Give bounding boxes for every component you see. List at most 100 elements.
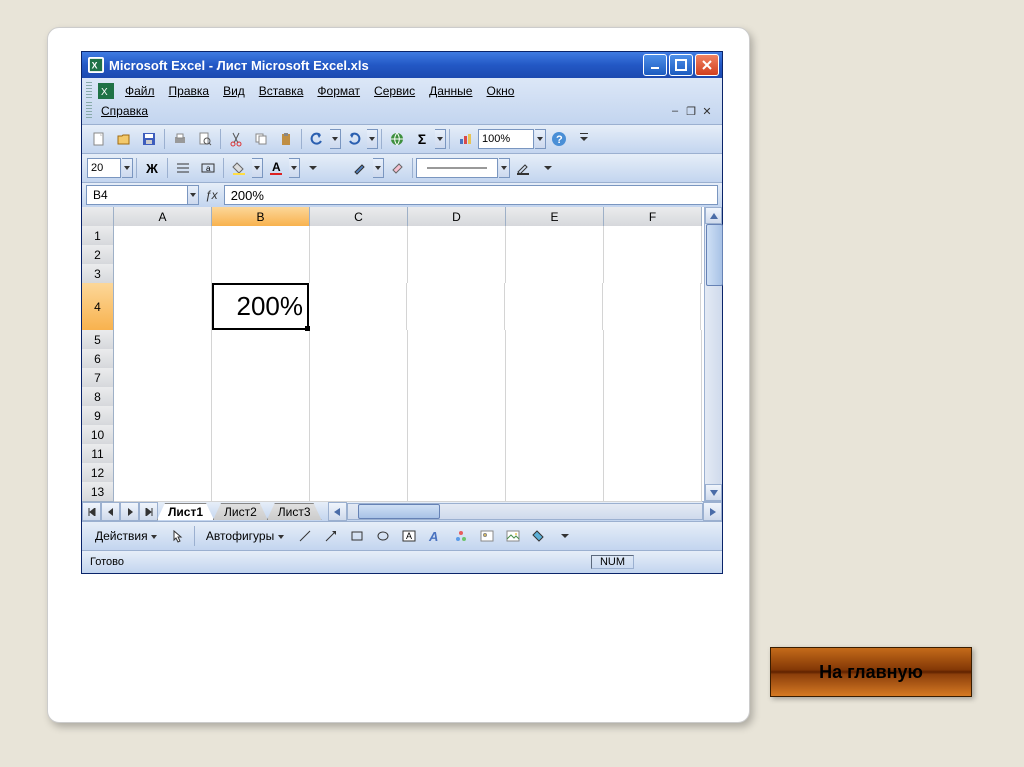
cell[interactable] bbox=[310, 226, 408, 246]
zoom-input[interactable]: 100% bbox=[478, 129, 534, 149]
cell[interactable] bbox=[310, 406, 408, 426]
redo-dropdown[interactable] bbox=[367, 129, 378, 149]
cell[interactable] bbox=[310, 368, 408, 388]
tab-last-button[interactable] bbox=[139, 502, 158, 521]
eraser-button[interactable] bbox=[385, 156, 409, 180]
row-header[interactable]: 7 bbox=[82, 368, 114, 388]
row-header[interactable]: 8 bbox=[82, 387, 114, 407]
col-header[interactable]: B bbox=[212, 207, 310, 227]
menu-file[interactable]: Файл bbox=[118, 81, 162, 101]
formula-input[interactable]: 200% bbox=[224, 185, 718, 205]
cell[interactable] bbox=[604, 330, 702, 350]
fx-label[interactable]: ƒx bbox=[205, 188, 218, 202]
tab-prev-button[interactable] bbox=[101, 502, 120, 521]
scroll-thumb[interactable] bbox=[706, 224, 723, 286]
linecolor-button[interactable] bbox=[511, 156, 535, 180]
chart-button[interactable] bbox=[453, 127, 477, 151]
cell[interactable] bbox=[408, 463, 506, 483]
cell[interactable] bbox=[506, 368, 604, 388]
row-header[interactable]: 4 bbox=[82, 283, 114, 331]
linestyle-input[interactable] bbox=[416, 158, 498, 178]
menu-view[interactable]: Вид bbox=[216, 81, 252, 101]
menu-edit[interactable]: Правка bbox=[162, 81, 217, 101]
cell[interactable] bbox=[408, 406, 506, 426]
cell[interactable] bbox=[506, 425, 604, 445]
row-header[interactable]: 9 bbox=[82, 406, 114, 426]
fontsize-input[interactable]: 20 bbox=[87, 158, 121, 178]
cell[interactable] bbox=[310, 444, 408, 464]
row-header[interactable]: 10 bbox=[82, 425, 114, 445]
sheet-tab[interactable]: Лист1 bbox=[157, 503, 214, 520]
cell[interactable] bbox=[212, 463, 310, 483]
cell[interactable] bbox=[506, 245, 604, 265]
cell[interactable] bbox=[114, 245, 212, 265]
cell[interactable] bbox=[212, 425, 310, 445]
cell[interactable] bbox=[310, 387, 408, 407]
fontcolor-dropdown[interactable] bbox=[289, 158, 300, 178]
bold-button[interactable]: Ж bbox=[140, 156, 164, 180]
cell[interactable] bbox=[505, 283, 603, 331]
cell[interactable] bbox=[604, 349, 702, 369]
cell[interactable] bbox=[114, 444, 212, 464]
cell[interactable] bbox=[408, 330, 506, 350]
namebox-dropdown[interactable] bbox=[188, 185, 199, 205]
cell[interactable] bbox=[506, 444, 604, 464]
row-header[interactable]: 1 bbox=[82, 226, 114, 246]
cell[interactable] bbox=[408, 368, 506, 388]
merge-button[interactable]: a bbox=[196, 156, 220, 180]
cell[interactable] bbox=[408, 444, 506, 464]
cell[interactable] bbox=[506, 349, 604, 369]
cell[interactable] bbox=[310, 463, 408, 483]
cell[interactable] bbox=[212, 482, 310, 502]
cell[interactable] bbox=[408, 482, 506, 502]
save-button[interactable] bbox=[137, 127, 161, 151]
cell[interactable] bbox=[310, 330, 408, 350]
fillcolor-button[interactable] bbox=[527, 524, 551, 548]
cell[interactable] bbox=[604, 387, 702, 407]
cell[interactable] bbox=[114, 226, 212, 246]
copy-button[interactable] bbox=[249, 127, 273, 151]
cell[interactable] bbox=[408, 245, 506, 265]
cell[interactable] bbox=[604, 463, 702, 483]
cell[interactable] bbox=[310, 264, 408, 284]
cell[interactable] bbox=[506, 482, 604, 502]
print-button[interactable] bbox=[168, 127, 192, 151]
preview-button[interactable] bbox=[193, 127, 217, 151]
scroll-right-button[interactable] bbox=[703, 502, 722, 521]
textbox-button[interactable]: A bbox=[397, 524, 421, 548]
linestyle-dropdown[interactable] bbox=[499, 158, 510, 178]
toolbar-options-button[interactable] bbox=[536, 156, 560, 180]
cell[interactable] bbox=[212, 368, 310, 388]
toolbar-options-button[interactable] bbox=[301, 156, 325, 180]
menu-insert[interactable]: Вставка bbox=[252, 81, 311, 101]
cell[interactable] bbox=[114, 406, 212, 426]
diagram-button[interactable] bbox=[449, 524, 473, 548]
fillcolor-button[interactable] bbox=[227, 156, 251, 180]
select-all-button[interactable] bbox=[82, 207, 114, 227]
menu-data[interactable]: Данные bbox=[422, 81, 479, 101]
cell[interactable] bbox=[212, 406, 310, 426]
row-header[interactable]: 2 bbox=[82, 245, 114, 265]
cell[interactable] bbox=[408, 425, 506, 445]
toolbar-options-button[interactable] bbox=[553, 524, 577, 548]
home-button[interactable]: На главную bbox=[770, 647, 972, 697]
row-header[interactable]: 13 bbox=[82, 482, 114, 502]
oval-button[interactable] bbox=[371, 524, 395, 548]
undo-button[interactable] bbox=[305, 127, 329, 151]
cell[interactable] bbox=[212, 226, 310, 246]
sheet-tab[interactable]: Лист3 bbox=[267, 503, 322, 520]
cell[interactable] bbox=[114, 283, 212, 331]
cell[interactable] bbox=[114, 368, 212, 388]
zoom-dropdown[interactable] bbox=[535, 129, 546, 149]
cell[interactable] bbox=[604, 425, 702, 445]
fillcolor-dropdown[interactable] bbox=[252, 158, 263, 178]
minimize-button[interactable] bbox=[643, 54, 667, 76]
drawing-dropdown[interactable] bbox=[373, 158, 384, 178]
cell[interactable] bbox=[114, 482, 212, 502]
cell[interactable] bbox=[604, 482, 702, 502]
row-header[interactable]: 3 bbox=[82, 264, 114, 284]
row-header[interactable]: 12 bbox=[82, 463, 114, 483]
col-header[interactable]: C bbox=[310, 207, 408, 227]
close-button[interactable] bbox=[695, 54, 719, 76]
cell[interactable] bbox=[506, 226, 604, 246]
